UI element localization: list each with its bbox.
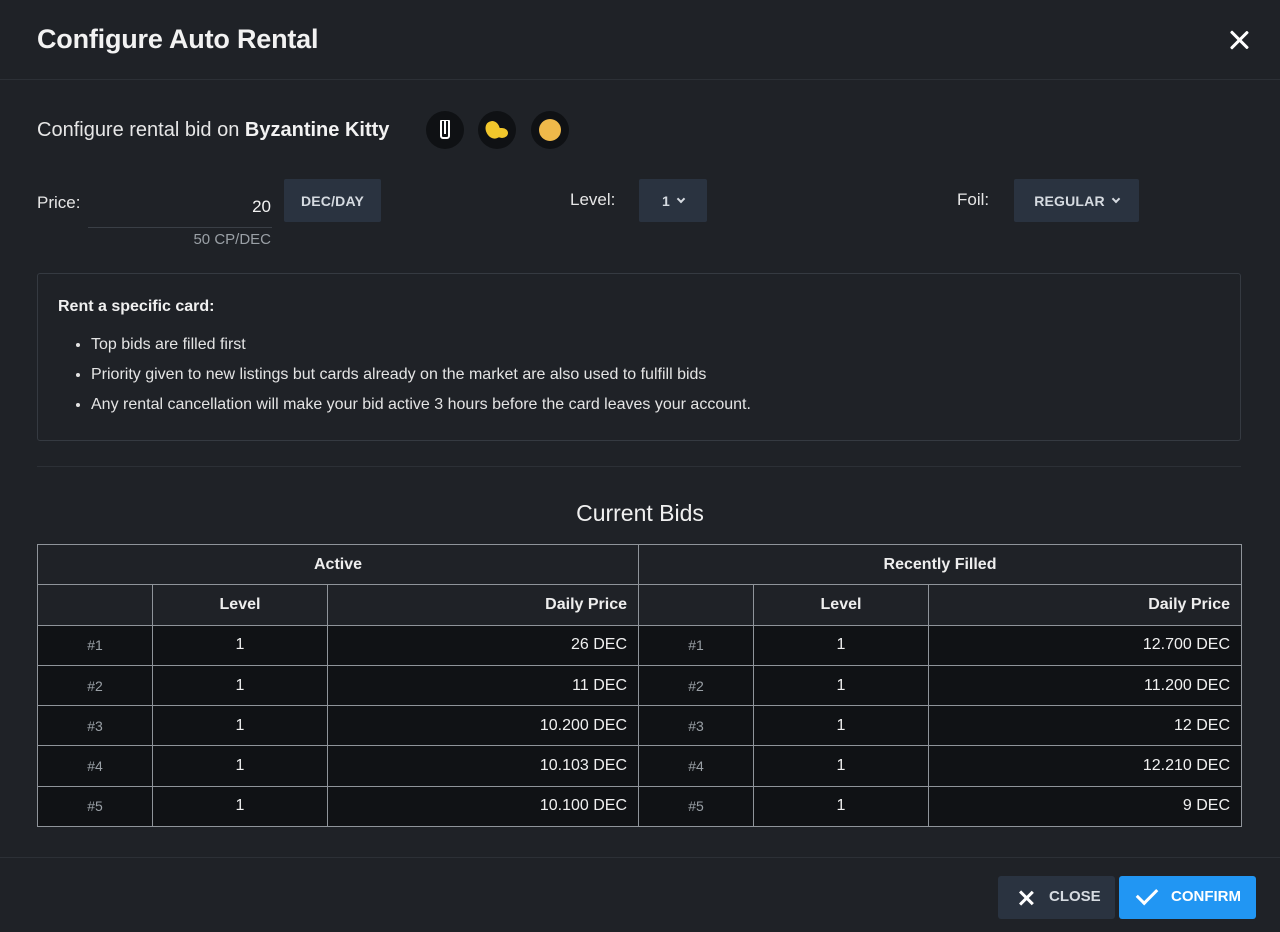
bids-table: Active Recently Filled Level Daily Price… xyxy=(37,543,1243,828)
level-header: Level xyxy=(753,584,929,626)
chevron-down-icon xyxy=(676,194,686,203)
close-button[interactable]: CLOSE xyxy=(998,876,1115,919)
info-item: Top bids are filled first xyxy=(91,335,751,365)
filled-header: Recently Filled xyxy=(637,543,1243,586)
rank-cell: #3 xyxy=(37,705,153,747)
level-header: Level xyxy=(152,584,328,626)
price-header: Daily Price xyxy=(927,584,1243,626)
price-input[interactable] xyxy=(88,186,272,228)
rank-cell: #1 xyxy=(638,624,754,666)
price-label: Price: xyxy=(37,193,81,212)
level-value: 1 xyxy=(662,192,670,209)
level-cell: 1 xyxy=(152,624,328,666)
rank-cell: #4 xyxy=(638,745,754,787)
confirm-button-label: CONFIRM xyxy=(1171,888,1241,905)
card-name: Byzantine Kitty xyxy=(244,119,390,141)
price-cell: 10.200 DEC xyxy=(327,705,639,747)
rank-cell: #3 xyxy=(638,705,754,747)
foil-select[interactable]: REGULAR xyxy=(1014,179,1139,222)
level-cell: 1 xyxy=(753,705,929,747)
bids-title: Current Bids xyxy=(576,500,704,526)
subtitle-prefix: Configure rental bid on xyxy=(37,119,240,141)
level-cell: 1 xyxy=(152,745,328,787)
price-conversion: 50 CP/DEC xyxy=(193,231,271,248)
rank-header xyxy=(638,584,754,626)
price-cell: 12.210 DEC xyxy=(927,745,1243,787)
price-cell: 10.103 DEC xyxy=(327,745,639,787)
rank-header xyxy=(37,584,153,626)
foil-label: Foil: xyxy=(957,190,990,209)
element-icon xyxy=(539,119,561,141)
active-header: Active xyxy=(37,543,639,586)
rarity-icon xyxy=(440,120,450,139)
close-icon xyxy=(1018,890,1034,906)
level-cell: 1 xyxy=(152,785,328,828)
close-icon[interactable] xyxy=(1224,25,1254,55)
level-cell: 1 xyxy=(152,664,328,707)
table-row: #3 1 10.200 DEC #3 1 12 DEC xyxy=(37,705,1243,747)
price-cell: 12 DEC xyxy=(927,705,1243,747)
check-icon xyxy=(1135,882,1159,906)
foil-value: REGULAR xyxy=(1034,192,1105,209)
rank-cell: #2 xyxy=(638,664,754,707)
rank-cell: #5 xyxy=(638,785,754,828)
price-unit-button[interactable]: DEC/DAY xyxy=(284,179,381,222)
price-cell: 26 DEC xyxy=(327,624,639,666)
price-header: Daily Price xyxy=(327,584,639,626)
card-subtitle: Configure rental bid on Byzantine Kitty xyxy=(37,119,389,142)
rank-cell: #5 xyxy=(37,785,153,828)
rank-cell: #1 xyxy=(37,624,153,666)
level-cell: 1 xyxy=(753,624,929,666)
price-cell: 9 DEC xyxy=(927,785,1243,828)
price-cell: 12.700 DEC xyxy=(927,624,1243,666)
table-row: #2 1 11 DEC #2 1 11.200 DEC xyxy=(37,664,1243,707)
info-box: Rent a specific card: Top bids are fille… xyxy=(37,273,1241,441)
rank-cell: #2 xyxy=(37,664,153,707)
info-item: Any rental cancellation will make your b… xyxy=(91,395,751,425)
level-cell: 1 xyxy=(753,785,929,828)
info-item: Priority given to new listings but cards… xyxy=(91,365,751,395)
rarity-badge xyxy=(426,111,464,149)
element-badge xyxy=(531,111,569,149)
level-cell: 1 xyxy=(753,745,929,787)
price-cell: 11 DEC xyxy=(327,664,639,707)
price-cell: 10.100 DEC xyxy=(327,785,639,828)
edition-badge xyxy=(478,111,516,149)
rank-cell: #4 xyxy=(37,745,153,787)
price-cell: 11.200 DEC xyxy=(927,664,1243,707)
dialog-header: Configure Auto Rental xyxy=(0,0,1280,80)
confirm-button[interactable]: CONFIRM xyxy=(1119,876,1256,919)
edition-icon xyxy=(486,121,508,139)
info-list: Top bids are filled first Priority given… xyxy=(91,335,751,425)
level-cell: 1 xyxy=(753,664,929,707)
level-label: Level: xyxy=(570,190,616,209)
chevron-down-icon xyxy=(1111,194,1121,203)
info-title: Rent a specific card: xyxy=(58,298,215,315)
section-divider xyxy=(37,466,1241,467)
table-row: #5 1 10.100 DEC #5 1 9 DEC xyxy=(37,785,1243,828)
table-row: #1 1 26 DEC #1 1 12.700 DEC xyxy=(37,624,1243,666)
dialog-title: Configure Auto Rental xyxy=(37,24,319,54)
level-cell: 1 xyxy=(152,705,328,747)
level-select[interactable]: 1 xyxy=(639,179,707,222)
table-row: #4 1 10.103 DEC #4 1 12.210 DEC xyxy=(37,745,1243,787)
close-button-label: CLOSE xyxy=(1049,888,1101,905)
